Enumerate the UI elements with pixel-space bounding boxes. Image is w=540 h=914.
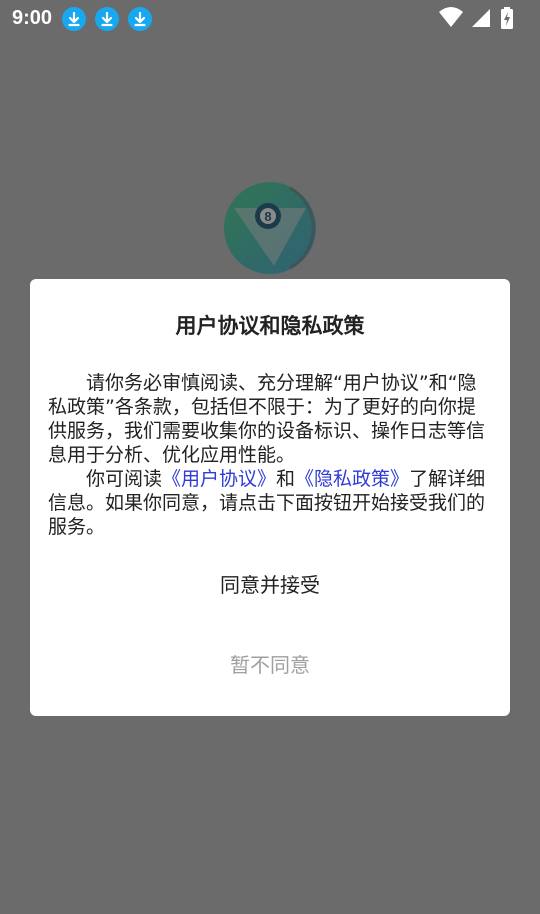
download-icon [62,7,86,31]
download-icon [95,7,119,31]
dialog-body: 请你务必审慎阅读、充分理解“用户协议”和“隐私政策”各条款，包括但不限于：为了更… [48,371,492,539]
agree-button[interactable]: 同意并接受 [30,570,510,600]
privacy-policy-link[interactable]: 《隐私政策》 [295,468,409,490]
user-agreement-link[interactable]: 《用户协议》 [162,468,276,490]
wifi-icon [439,7,463,27]
svg-text:8: 8 [264,209,271,224]
signal-icon [472,9,490,27]
app-logo: 8 [224,182,318,276]
battery-charging-icon [501,7,513,29]
disagree-button[interactable]: 暂不同意 [30,650,510,680]
dialog-title: 用户协议和隐私政策 [175,314,365,338]
download-icon [128,7,152,31]
status-time: 9:00 [12,7,53,29]
dialog-paragraph-1: 请你务必审慎阅读、充分理解“用户协议”和“隐私政策”各条款，包括但不限于：为了更… [48,372,486,466]
status-bar: 9:00 [0,0,540,36]
system-icons [438,6,528,30]
paragraph2-and: 和 [276,468,296,490]
privacy-dialog: 用户协议和隐私政策 请你务必审慎阅读、充分理解“用户协议”和“隐私政策”各条款，… [30,279,510,716]
paragraph2-prefix: 你可阅读 [86,468,163,490]
dialog-paragraph-2: 你可阅读《用户协议》和《隐私政策》了解详细信息。如果你同意，请点击下面按钮开始接… [48,467,492,539]
